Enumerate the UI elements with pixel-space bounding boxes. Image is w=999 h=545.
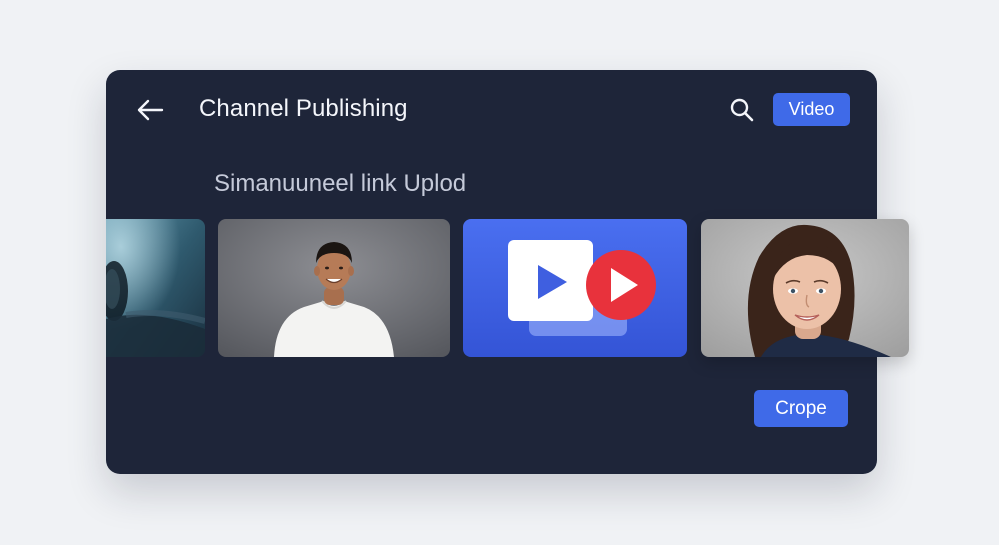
thumbnail-video-graphic[interactable] [463,219,687,357]
page-title: Channel Publishing [199,95,408,122]
thumbnail-partial-photo[interactable] [106,219,205,357]
crope-button[interactable]: Crope [754,390,848,427]
search-button[interactable] [726,94,758,126]
publishing-card: Channel Publishing Video Simanuuneel lin… [106,70,909,474]
back-button[interactable] [134,94,166,126]
upload-subtitle: Simanuuneel link Uplod [214,170,467,197]
arrow-left-icon [137,99,164,121]
search-icon [730,98,754,122]
thumbnail-man-portrait[interactable] [218,219,450,357]
video-button[interactable]: Video [773,93,850,126]
thumbnail-woman-portrait[interactable] [701,219,909,357]
